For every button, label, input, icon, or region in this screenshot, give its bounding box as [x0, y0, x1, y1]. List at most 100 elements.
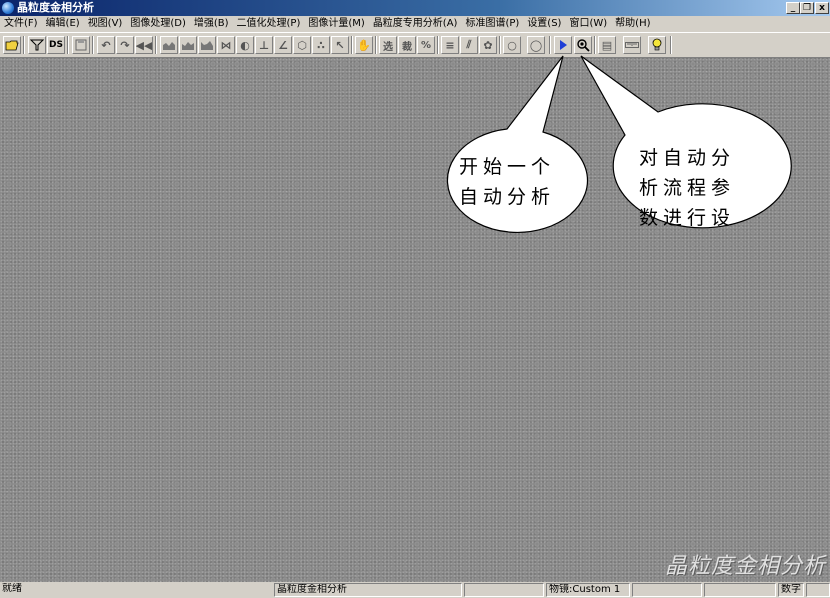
- status-bar: 就绪 晶粒度金相分析 物镜:Custom 1 数字: [0, 582, 830, 598]
- hand-icon: ✋: [357, 38, 371, 52]
- arrow-cursor-icon: ↖: [335, 38, 345, 52]
- toolbar-separator: [549, 36, 551, 54]
- start-auto-analysis-button[interactable]: [554, 36, 572, 54]
- status-ready: 就绪: [2, 583, 22, 594]
- menu-edit[interactable]: 编辑(E): [42, 16, 84, 32]
- hand-button[interactable]: ✋: [355, 36, 373, 54]
- redo-button[interactable]: ↷: [116, 36, 134, 54]
- status-pane-empty: [464, 583, 544, 597]
- histogram-button-3[interactable]: [198, 36, 216, 54]
- compare-button[interactable]: ⋈: [217, 36, 235, 54]
- histogram-button-2[interactable]: [179, 36, 197, 54]
- close-button[interactable]: x: [815, 2, 829, 14]
- status-num-mode: 数字: [778, 583, 804, 597]
- status-pane-empty: [806, 583, 830, 597]
- play-icon: [560, 40, 567, 50]
- save-button[interactable]: [72, 36, 90, 54]
- toolbar-separator: [155, 36, 157, 54]
- pointer-button[interactable]: ↖: [331, 36, 349, 54]
- stamp-icon: ⊥: [258, 38, 270, 52]
- circle-button-1[interactable]: ○: [503, 36, 521, 54]
- hatch-icon: ⫽: [466, 38, 472, 51]
- menu-image-measurement[interactable]: 图像计量(M): [304, 16, 368, 32]
- filter-button[interactable]: [28, 36, 46, 54]
- funnel-icon: [30, 39, 44, 51]
- menu-bar: 文件(F) 编辑(E) 视图(V) 图像处理(D) 增强(B) 二值化处理(P)…: [0, 16, 830, 32]
- toolbar-separator: [67, 36, 69, 54]
- angle-icon: ∠: [278, 38, 288, 52]
- ruler-icon: [625, 42, 639, 48]
- histogram-icon: [201, 41, 213, 50]
- invert-button[interactable]: ◐: [236, 36, 254, 54]
- grain-button[interactable]: ✿: [479, 36, 497, 54]
- minimize-button[interactable]: _: [786, 2, 800, 14]
- tip-button[interactable]: [648, 36, 666, 54]
- half-circle-icon: ◐: [240, 38, 250, 52]
- polygon-button[interactable]: ⬡: [293, 36, 311, 54]
- hatch-button[interactable]: ⫽: [460, 36, 478, 54]
- status-pane-empty: [632, 583, 702, 597]
- angle-button[interactable]: ∠: [274, 36, 292, 54]
- circle-icon: ◯: [529, 38, 543, 52]
- status-objective: 物镜:Custom 1: [546, 583, 630, 597]
- floppy-icon: [75, 39, 87, 51]
- hexagon-icon: ⬡: [297, 38, 307, 52]
- dots-button[interactable]: ∴: [312, 36, 330, 54]
- window-title: 晶粒度金相分析: [17, 1, 94, 14]
- settings-callout-text: 对自动分 析流程参 数进行设: [638, 147, 735, 227]
- menu-help[interactable]: 帮助(H): [611, 16, 654, 32]
- toolbar-separator: [594, 36, 596, 54]
- circle-button-2[interactable]: ◯: [527, 36, 545, 54]
- status-pane-empty: [704, 583, 776, 597]
- watermark-title: 晶粒度金相分析: [664, 554, 826, 579]
- title-bar: 晶粒度金相分析 _ ❐ x: [0, 0, 830, 16]
- menu-view[interactable]: 视图(V): [84, 16, 127, 32]
- folder-icon: [5, 40, 19, 51]
- percent-button[interactable]: %: [417, 36, 435, 54]
- redo-icon: ↷: [120, 38, 130, 52]
- menu-standard-atlas[interactable]: 标准图谱(P): [461, 16, 523, 32]
- toolbar-separator: [92, 36, 94, 54]
- workspace[interactable]: 晶粒度金相分析: [0, 58, 830, 582]
- select-button[interactable]: 选: [379, 36, 397, 54]
- histogram-icon: [182, 42, 194, 50]
- menu-file[interactable]: 文件(F): [0, 16, 42, 32]
- bowtie-icon: ⋈: [220, 38, 232, 52]
- toolbar-separator: [499, 36, 501, 54]
- toolbar: DS ↶ ↷ ◀◀ ⋈ ◐ ⊥ ∠ ⬡ ∴ ↖ ✋ 选 裁 % ≡ ⫽ ✿ ○ …: [0, 32, 830, 58]
- level-button[interactable]: ⊥: [255, 36, 273, 54]
- menu-enhance[interactable]: 增强(B): [190, 16, 233, 32]
- circle-icon: ○: [507, 38, 517, 52]
- grain-icon: ✿: [483, 38, 493, 52]
- status-app-name: 晶粒度金相分析: [274, 583, 462, 597]
- crop-button[interactable]: 裁: [398, 36, 416, 54]
- undo-icon: ↶: [101, 38, 111, 52]
- magnifier-gear-icon: [577, 39, 590, 52]
- dots-icon: ∴: [317, 38, 325, 52]
- report-button[interactable]: ▤: [598, 36, 616, 54]
- rewind-button[interactable]: ◀◀: [135, 36, 153, 54]
- restore-button[interactable]: ❐: [800, 2, 814, 14]
- menu-settings[interactable]: 设置(S): [523, 16, 565, 32]
- menu-grain-size-analysis[interactable]: 晶粒度专用分析(A): [369, 16, 462, 32]
- histogram-button-1[interactable]: [160, 36, 178, 54]
- ruler-button[interactable]: [623, 36, 641, 54]
- toolbar-separator: [670, 36, 672, 54]
- menu-binarization[interactable]: 二值化处理(P): [233, 16, 305, 32]
- histogram-icon: [163, 42, 175, 50]
- rewind-icon: ◀◀: [135, 38, 153, 52]
- open-folder-button[interactable]: [3, 36, 21, 54]
- ds-button[interactable]: DS: [47, 36, 65, 54]
- lightbulb-icon: [652, 38, 662, 51]
- toolbar-separator: [375, 36, 377, 54]
- toolbar-separator: [23, 36, 25, 54]
- menu-window[interactable]: 窗口(W): [565, 16, 611, 32]
- menu-image-processing[interactable]: 图像处理(D): [126, 16, 190, 32]
- lines-button[interactable]: ≡: [441, 36, 459, 54]
- toolbar-separator: [437, 36, 439, 54]
- lines-icon: ≡: [445, 38, 455, 52]
- auto-analysis-settings-button[interactable]: [574, 36, 592, 54]
- undo-button[interactable]: ↶: [97, 36, 115, 54]
- start-callout-text: 开始一个 自动分析: [458, 156, 555, 208]
- document-icon: ▤: [601, 38, 613, 52]
